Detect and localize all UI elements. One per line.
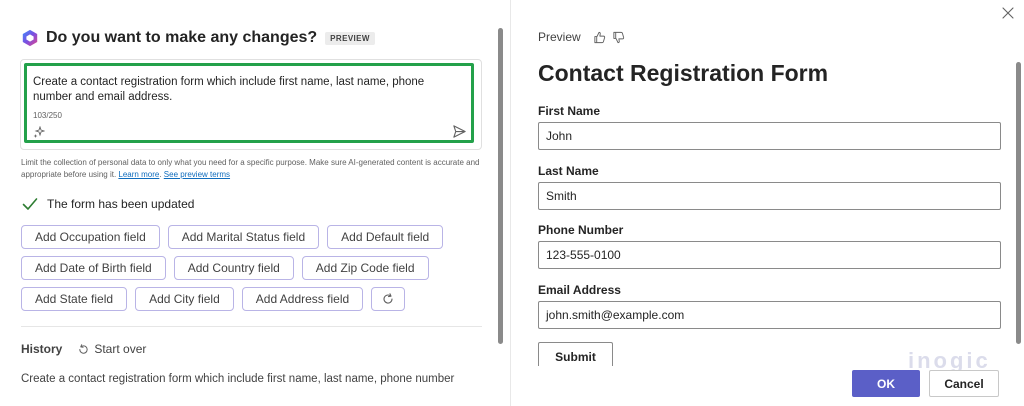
add-state-field-button[interactable]: Add State field: [21, 287, 128, 311]
add-occupation-field-button[interactable]: Add Occupation field: [21, 225, 160, 249]
submit-button[interactable]: Submit: [538, 342, 613, 366]
refresh-suggestions-button[interactable]: [371, 287, 406, 311]
disclaimer-text: Limit the collection of personal data to…: [21, 158, 480, 179]
form-title: Contact Registration Form: [538, 60, 829, 86]
history-label: History: [21, 342, 63, 356]
add-address-field-button[interactable]: Add Address field: [241, 287, 364, 311]
add-country-field-button[interactable]: Add Country field: [173, 256, 294, 280]
email-address-label: Email Address: [538, 283, 621, 297]
chat-panel: Do you want to make any changes? PREVIEW…: [0, 0, 510, 406]
preview-panel: Preview Contact Registration Form First …: [511, 0, 1024, 406]
copilot-icon: [22, 29, 38, 47]
last-name-label: Last Name: [538, 164, 599, 178]
first-name-label: First Name: [538, 104, 601, 118]
preview-terms-link[interactable]: See preview terms: [164, 170, 230, 179]
add-marital-status-field-button[interactable]: Add Marital Status field: [167, 225, 320, 249]
send-icon[interactable]: [452, 124, 467, 139]
cancel-button[interactable]: Cancel: [929, 370, 999, 397]
check-icon: [22, 198, 38, 210]
ai-disclaimer: Limit the collection of personal data to…: [21, 158, 480, 179]
thumbs-up-icon[interactable]: [593, 31, 606, 44]
close-icon[interactable]: [1002, 7, 1014, 19]
prompt-input[interactable]: Create a contact registration form which…: [24, 63, 474, 143]
history-item[interactable]: Create a contact registration form which…: [21, 373, 454, 385]
chat-scroll-area: Do you want to make any changes? PREVIEW…: [0, 0, 495, 406]
panel-header: Do you want to make any changes? PREVIEW: [21, 29, 375, 47]
start-over-button[interactable]: Start over: [94, 342, 146, 356]
learn-more-link[interactable]: Learn more: [118, 170, 159, 179]
email-address-field[interactable]: john.smith@example.com: [538, 301, 1001, 329]
status-message: The form has been updated: [22, 197, 194, 211]
preview-header: Preview: [538, 30, 631, 44]
suggestion-row-1: Add Occupation field Add Marital Status …: [21, 225, 451, 249]
status-text: The form has been updated: [47, 197, 195, 211]
ok-button[interactable]: OK: [852, 370, 920, 397]
phone-number-label: Phone Number: [538, 223, 624, 237]
suggestion-row-2: Add Date of Birth field Add Country fiel…: [21, 256, 437, 280]
add-default-field-button[interactable]: Add Default field: [327, 225, 444, 249]
character-counter: 103/250: [33, 111, 62, 120]
suggestion-row-3: Add State field Add City field Add Addre…: [21, 287, 413, 311]
preview-label: Preview: [538, 30, 581, 44]
page-title: Do you want to make any changes?: [46, 29, 318, 46]
phone-number-field[interactable]: 123-555-0100: [538, 241, 1001, 269]
add-zip-code-field-button[interactable]: Add Zip Code field: [301, 256, 429, 280]
add-date-of-birth-field-button[interactable]: Add Date of Birth field: [21, 256, 166, 280]
left-scrollbar[interactable]: [498, 28, 503, 344]
start-over-icon[interactable]: [78, 343, 89, 355]
first-name-field[interactable]: John: [538, 122, 1001, 150]
sparkle-icon[interactable]: [33, 126, 45, 138]
refresh-icon: [383, 293, 393, 304]
add-city-field-button[interactable]: Add City field: [135, 287, 234, 311]
section-divider: [21, 326, 482, 327]
thumbs-down-icon[interactable]: [612, 31, 625, 44]
last-name-field[interactable]: Smith: [538, 182, 1001, 210]
right-scrollbar[interactable]: [1016, 62, 1021, 344]
prompt-text[interactable]: Create a contact registration form which…: [33, 75, 443, 105]
preview-badge: PREVIEW: [325, 31, 375, 45]
history-header: History Start over: [21, 342, 146, 356]
